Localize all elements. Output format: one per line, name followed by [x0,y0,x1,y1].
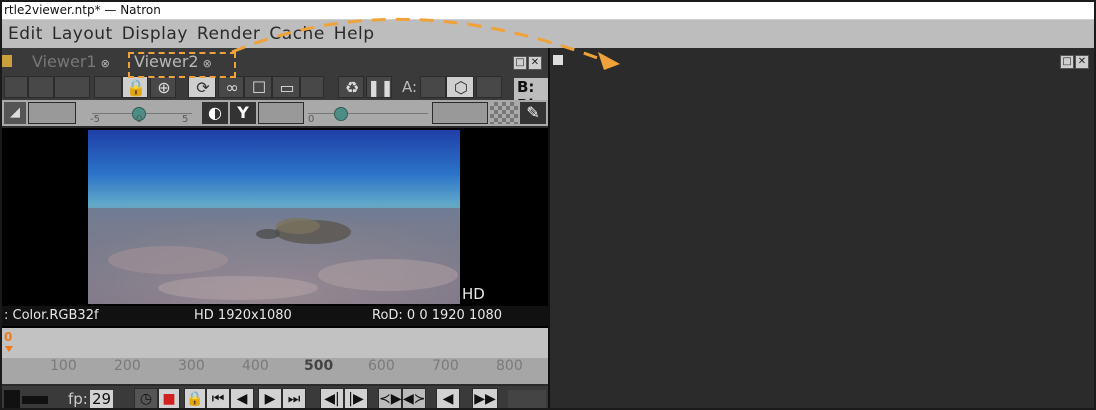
drag-arrow-path [231,17,609,64]
drag-arrow-head [598,52,620,70]
drag-arrow [231,17,620,70]
app-window: rtle2viewer.ntp* — Natron Edit Layout Di… [0,0,1096,410]
